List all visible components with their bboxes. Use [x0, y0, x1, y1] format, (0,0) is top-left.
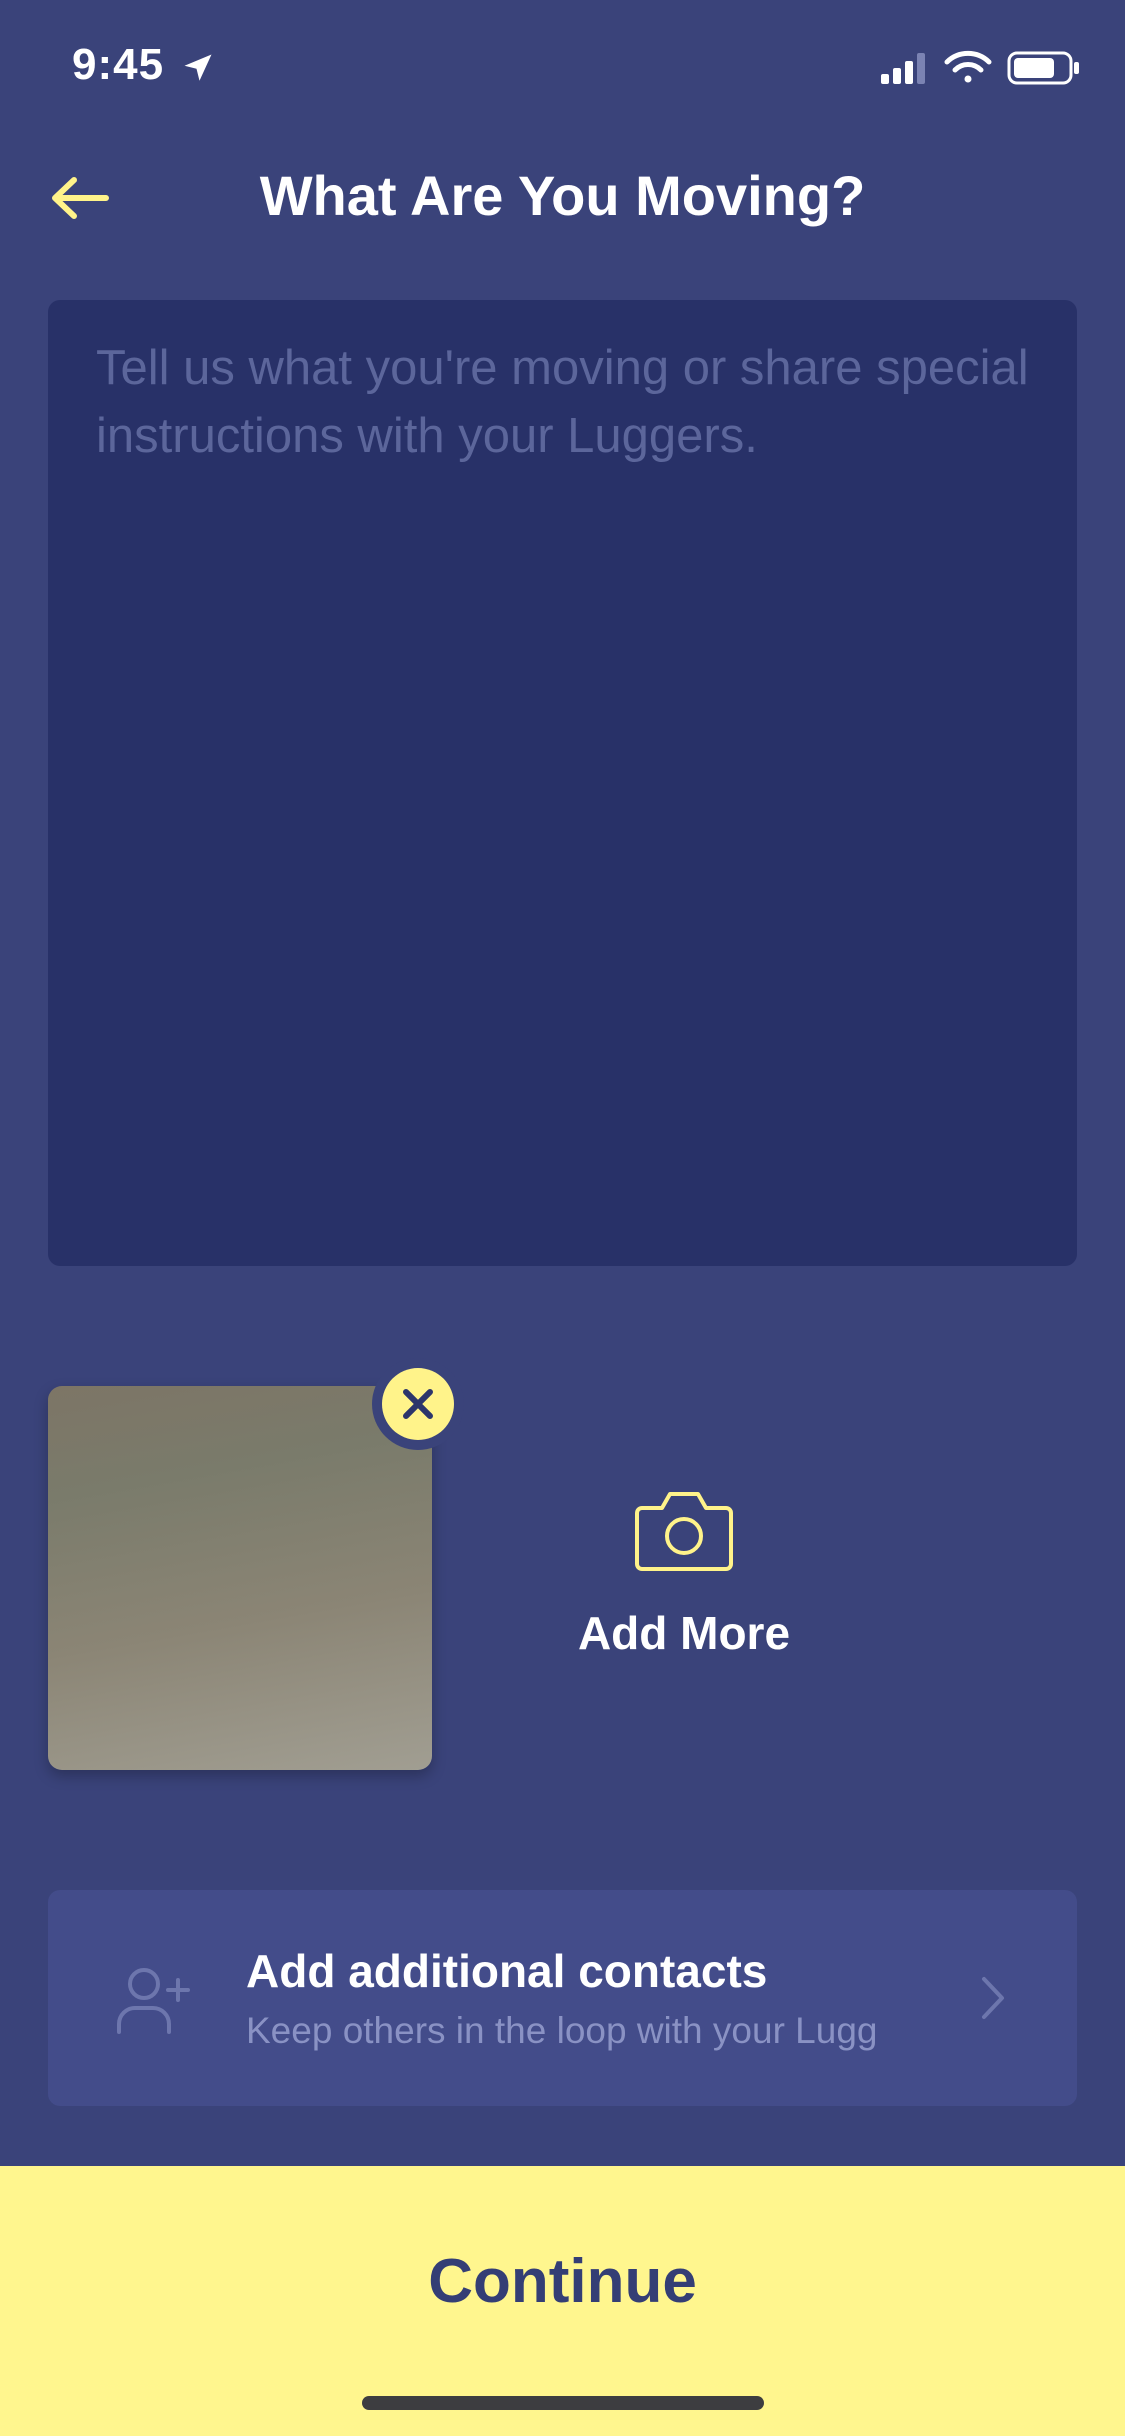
close-icon [403, 1389, 433, 1419]
photo-thumbnail[interactable] [48, 1386, 432, 1770]
remove-photo-button[interactable] [372, 1358, 464, 1450]
status-icons [881, 50, 1079, 85]
add-more-label: Add More [577, 1607, 791, 1659]
page-title: What Are You Moving? [259, 164, 866, 227]
screen: 9:45 What Are You Moving? Tell us what y… [0, 0, 1125, 2436]
continue-label: Continue [428, 2247, 697, 2316]
wifi-icon [944, 50, 992, 83]
add-more-photos-button[interactable]: Add More [540, 1490, 828, 1680]
remove-photo-badge [382, 1368, 454, 1440]
cellular-signal-icon [881, 53, 925, 84]
add-contacts-title: Add additional contacts [246, 1945, 768, 1997]
location-arrow-icon [184, 54, 212, 81]
add-user-icon [117, 1968, 190, 2034]
add-contacts-subtitle: Keep others in the loop with your Lugg [246, 2010, 878, 2051]
battery-icon [1007, 51, 1079, 85]
add-contacts-card[interactable]: Add additional contacts Keep others in t… [48, 1890, 1077, 2106]
chevron-right-icon [982, 1977, 1004, 2019]
camera-icon [635, 1492, 733, 1571]
home-indicator [362, 2396, 764, 2410]
status-time: 9:45 [72, 40, 165, 89]
notes-input[interactable] [48, 300, 1077, 1266]
